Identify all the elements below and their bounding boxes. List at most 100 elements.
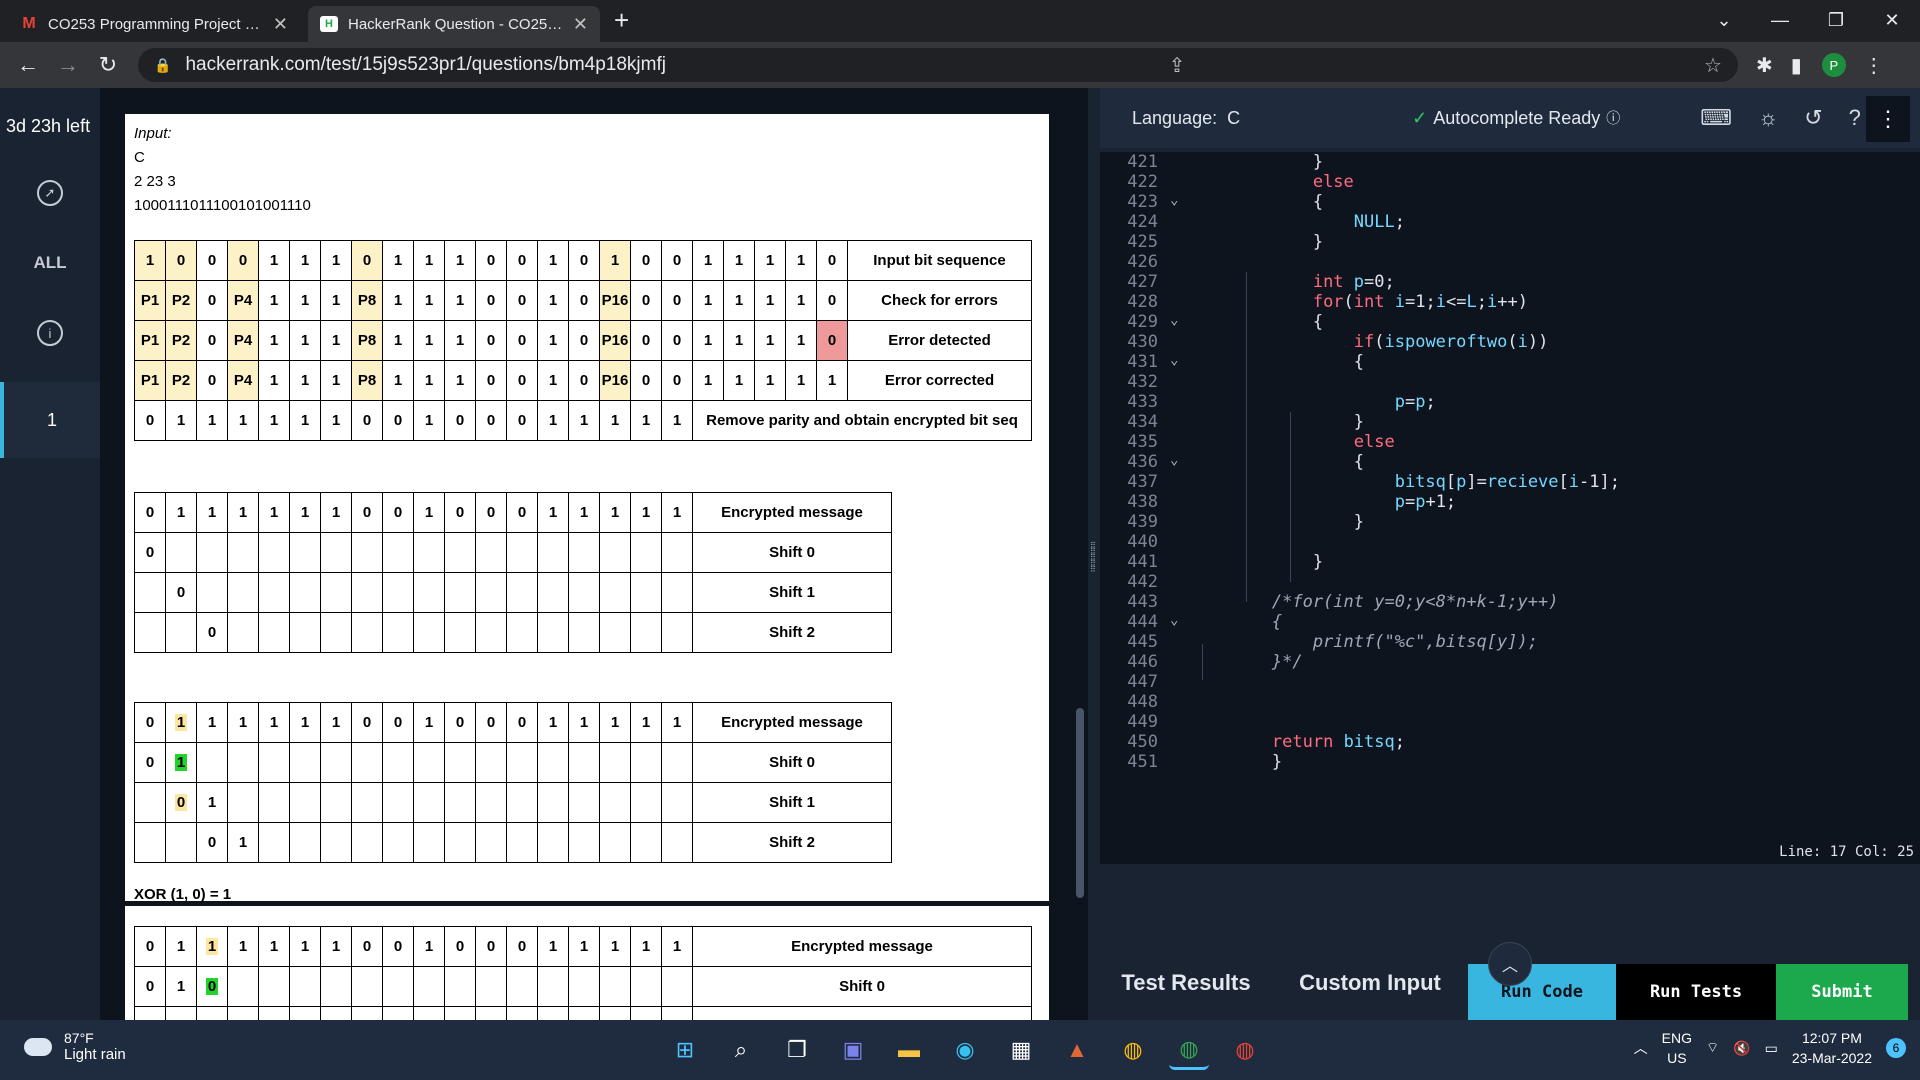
back-button[interactable]: ← bbox=[8, 52, 48, 78]
fold-chevron-icon[interactable]: ⌄ bbox=[1170, 452, 1178, 468]
submit-button[interactable]: Submit bbox=[1776, 964, 1908, 1020]
chevron-down-icon[interactable]: ⌄ bbox=[1696, 0, 1752, 40]
close-icon[interactable]: ✕ bbox=[573, 14, 588, 35]
share-icon[interactable]: ⇪ bbox=[1169, 53, 1186, 78]
matlab-icon[interactable]: ▲ bbox=[1057, 1030, 1097, 1070]
line-number: 423 bbox=[1127, 192, 1158, 212]
reload-button[interactable]: ↻ bbox=[88, 52, 128, 78]
browser-tabbar: M CO253 Programming Project Mil ✕ H Hack… bbox=[0, 0, 1920, 42]
bit-cell: 0 bbox=[630, 240, 662, 281]
history-icon[interactable]: ↺ bbox=[1804, 105, 1822, 131]
code-line: } bbox=[1190, 232, 1324, 252]
clock[interactable]: 12:07 PM 23-Mar-2022 bbox=[1792, 1028, 1872, 1068]
speaker-muted-icon[interactable]: 🔇 bbox=[1733, 1040, 1750, 1057]
bit-cell bbox=[258, 966, 290, 1007]
edge-icon[interactable]: ◉ bbox=[945, 1030, 985, 1070]
bit-cell: 0 bbox=[444, 492, 476, 533]
drag-handle-icon[interactable]: ⠿ ⠿ ⠿ ⠿ ⠿ bbox=[1090, 542, 1098, 593]
bit-cell bbox=[661, 742, 693, 783]
profile-avatar[interactable]: P bbox=[1821, 53, 1846, 77]
windows-start-icon[interactable]: ⊞ bbox=[665, 1030, 705, 1070]
table-row: 0 1 1 1 1 1 1 0 0 1 0 0 0 1 1 1 1 1 Encrypted message bbox=[134, 492, 892, 533]
language-select[interactable]: C bbox=[1227, 108, 1240, 129]
store-icon[interactable]: ▦ bbox=[1001, 1030, 1041, 1070]
weather-widget[interactable]: 87°F Light rain bbox=[24, 1030, 126, 1063]
row-label: Input bit sequence bbox=[847, 240, 1032, 281]
table-row: 0 1 1 1 1 1 1 0 0 1 0 0 0 1 1 1 1 1 Remove parity and obta… bbox=[134, 400, 1032, 441]
help-icon[interactable]: ? bbox=[1849, 105, 1861, 131]
chrome-profile-2-icon[interactable]: ◍ bbox=[1225, 1030, 1265, 1070]
bit-cell bbox=[382, 782, 414, 823]
code-area[interactable]: } else { NULL; } int p=0; for(int i=1;i<… bbox=[1100, 152, 1920, 864]
bit-cell: 1 bbox=[289, 360, 321, 401]
chrome-profile-icon[interactable]: ◍ bbox=[1169, 1030, 1209, 1070]
bit-cell bbox=[661, 1006, 693, 1020]
battery-icon[interactable]: ▭ bbox=[1765, 1040, 1778, 1057]
forward-button[interactable]: → bbox=[48, 52, 88, 78]
row-label: Encrypted message bbox=[692, 492, 892, 533]
bit-cell bbox=[630, 966, 662, 1007]
bit-cell bbox=[227, 612, 259, 653]
bit-cell bbox=[661, 612, 693, 653]
info-nav[interactable]: i bbox=[0, 298, 100, 368]
bit-cell: 0 bbox=[475, 400, 507, 441]
all-questions-link[interactable]: ALL bbox=[0, 228, 100, 298]
url-field[interactable]: 🔒 hackerrank.com/test/15j9s523pr1/questi… bbox=[138, 48, 1738, 82]
table-row: 0 1 Shift 1 bbox=[134, 782, 892, 823]
wifi-icon[interactable]: ⌔ bbox=[1706, 1039, 1719, 1057]
bit-cell bbox=[413, 822, 445, 863]
info-icon[interactable]: ⓘ bbox=[1606, 108, 1620, 128]
question-tab-1[interactable]: 1 bbox=[0, 382, 100, 458]
bit-cell: 1 bbox=[785, 360, 817, 401]
restore-button[interactable]: ❐ bbox=[1808, 0, 1864, 40]
bit-cell: 1 bbox=[599, 400, 631, 441]
fold-chevron-icon[interactable]: ⌄ bbox=[1170, 352, 1178, 368]
sidepanel-icon[interactable]: ▮ bbox=[1791, 53, 1802, 78]
bit-cell: 0 bbox=[134, 492, 166, 533]
run-tests-button[interactable]: Run Tests bbox=[1616, 964, 1776, 1020]
file-explorer-icon[interactable]: ▬ bbox=[889, 1030, 929, 1070]
fold-chevron-icon[interactable]: ⌄ bbox=[1170, 312, 1178, 328]
notification-badge[interactable]: 6 bbox=[1886, 1038, 1906, 1058]
menu-dots-icon[interactable]: ⋮ bbox=[1864, 53, 1884, 78]
tray-expand-icon[interactable]: ︿ bbox=[1634, 1038, 1648, 1058]
chevron-up-icon[interactable]: ︿ bbox=[1488, 942, 1532, 986]
bit-cell bbox=[196, 742, 228, 783]
close-icon[interactable]: ✕ bbox=[273, 14, 288, 35]
minimize-button[interactable]: — bbox=[1752, 0, 1808, 40]
bit-cell bbox=[289, 742, 321, 783]
taskbar-apps: ⊞ ⌕ ❐ ▣ ▬ ◉ ▦ ▲ ◍ ◍ ◍ bbox=[665, 1030, 1265, 1070]
search-icon[interactable]: ⌕ bbox=[721, 1030, 761, 1070]
language-indicator[interactable]: ENG US bbox=[1662, 1028, 1692, 1068]
bit-cell: 1 bbox=[816, 360, 848, 401]
chat-icon[interactable]: ▣ bbox=[833, 1030, 873, 1070]
bit-cell bbox=[506, 822, 538, 863]
new-tab-button[interactable]: + bbox=[614, 5, 629, 36]
document-scrollbar[interactable] bbox=[1076, 708, 1084, 898]
custom-input-tab[interactable]: Custom Input bbox=[1272, 964, 1468, 1020]
extensions-icon[interactable]: ✱ bbox=[1756, 53, 1773, 78]
fold-chevron-icon[interactable]: ⌄ bbox=[1170, 192, 1178, 208]
lock-icon: 🔒 bbox=[154, 56, 172, 73]
bit-cell bbox=[382, 742, 414, 783]
tab-hackerrank[interactable]: H HackerRank Question - CO253 Pr ✕ bbox=[308, 6, 600, 42]
line-number: 426 bbox=[1127, 252, 1158, 272]
keyboard-icon[interactable]: ⌨ bbox=[1700, 105, 1732, 131]
test-results-tab[interactable]: Test Results bbox=[1100, 964, 1272, 1020]
bit-cell: 1 bbox=[165, 492, 197, 533]
bookmark-star-icon[interactable]: ☆ bbox=[1704, 53, 1722, 78]
tab-gmail[interactable]: M CO253 Programming Project Mil ✕ bbox=[8, 6, 300, 42]
line-number: 433 bbox=[1127, 392, 1158, 412]
bit-cell bbox=[630, 532, 662, 573]
theme-sun-icon[interactable]: ☼ bbox=[1758, 105, 1778, 131]
task-view-icon[interactable]: ❐ bbox=[777, 1030, 817, 1070]
bit-cell bbox=[134, 572, 166, 613]
bit-cell bbox=[599, 822, 631, 863]
compass-nav[interactable]: ➚ bbox=[0, 158, 100, 228]
fold-chevron-icon[interactable]: ⌄ bbox=[1170, 612, 1178, 628]
bit-cell: 1 bbox=[599, 926, 631, 967]
more-options-icon[interactable]: ⋮ bbox=[1866, 96, 1910, 142]
bit-cell: 1 bbox=[661, 400, 693, 441]
chrome-icon[interactable]: ◍ bbox=[1113, 1030, 1153, 1070]
close-window-button[interactable]: ✕ bbox=[1864, 0, 1920, 40]
